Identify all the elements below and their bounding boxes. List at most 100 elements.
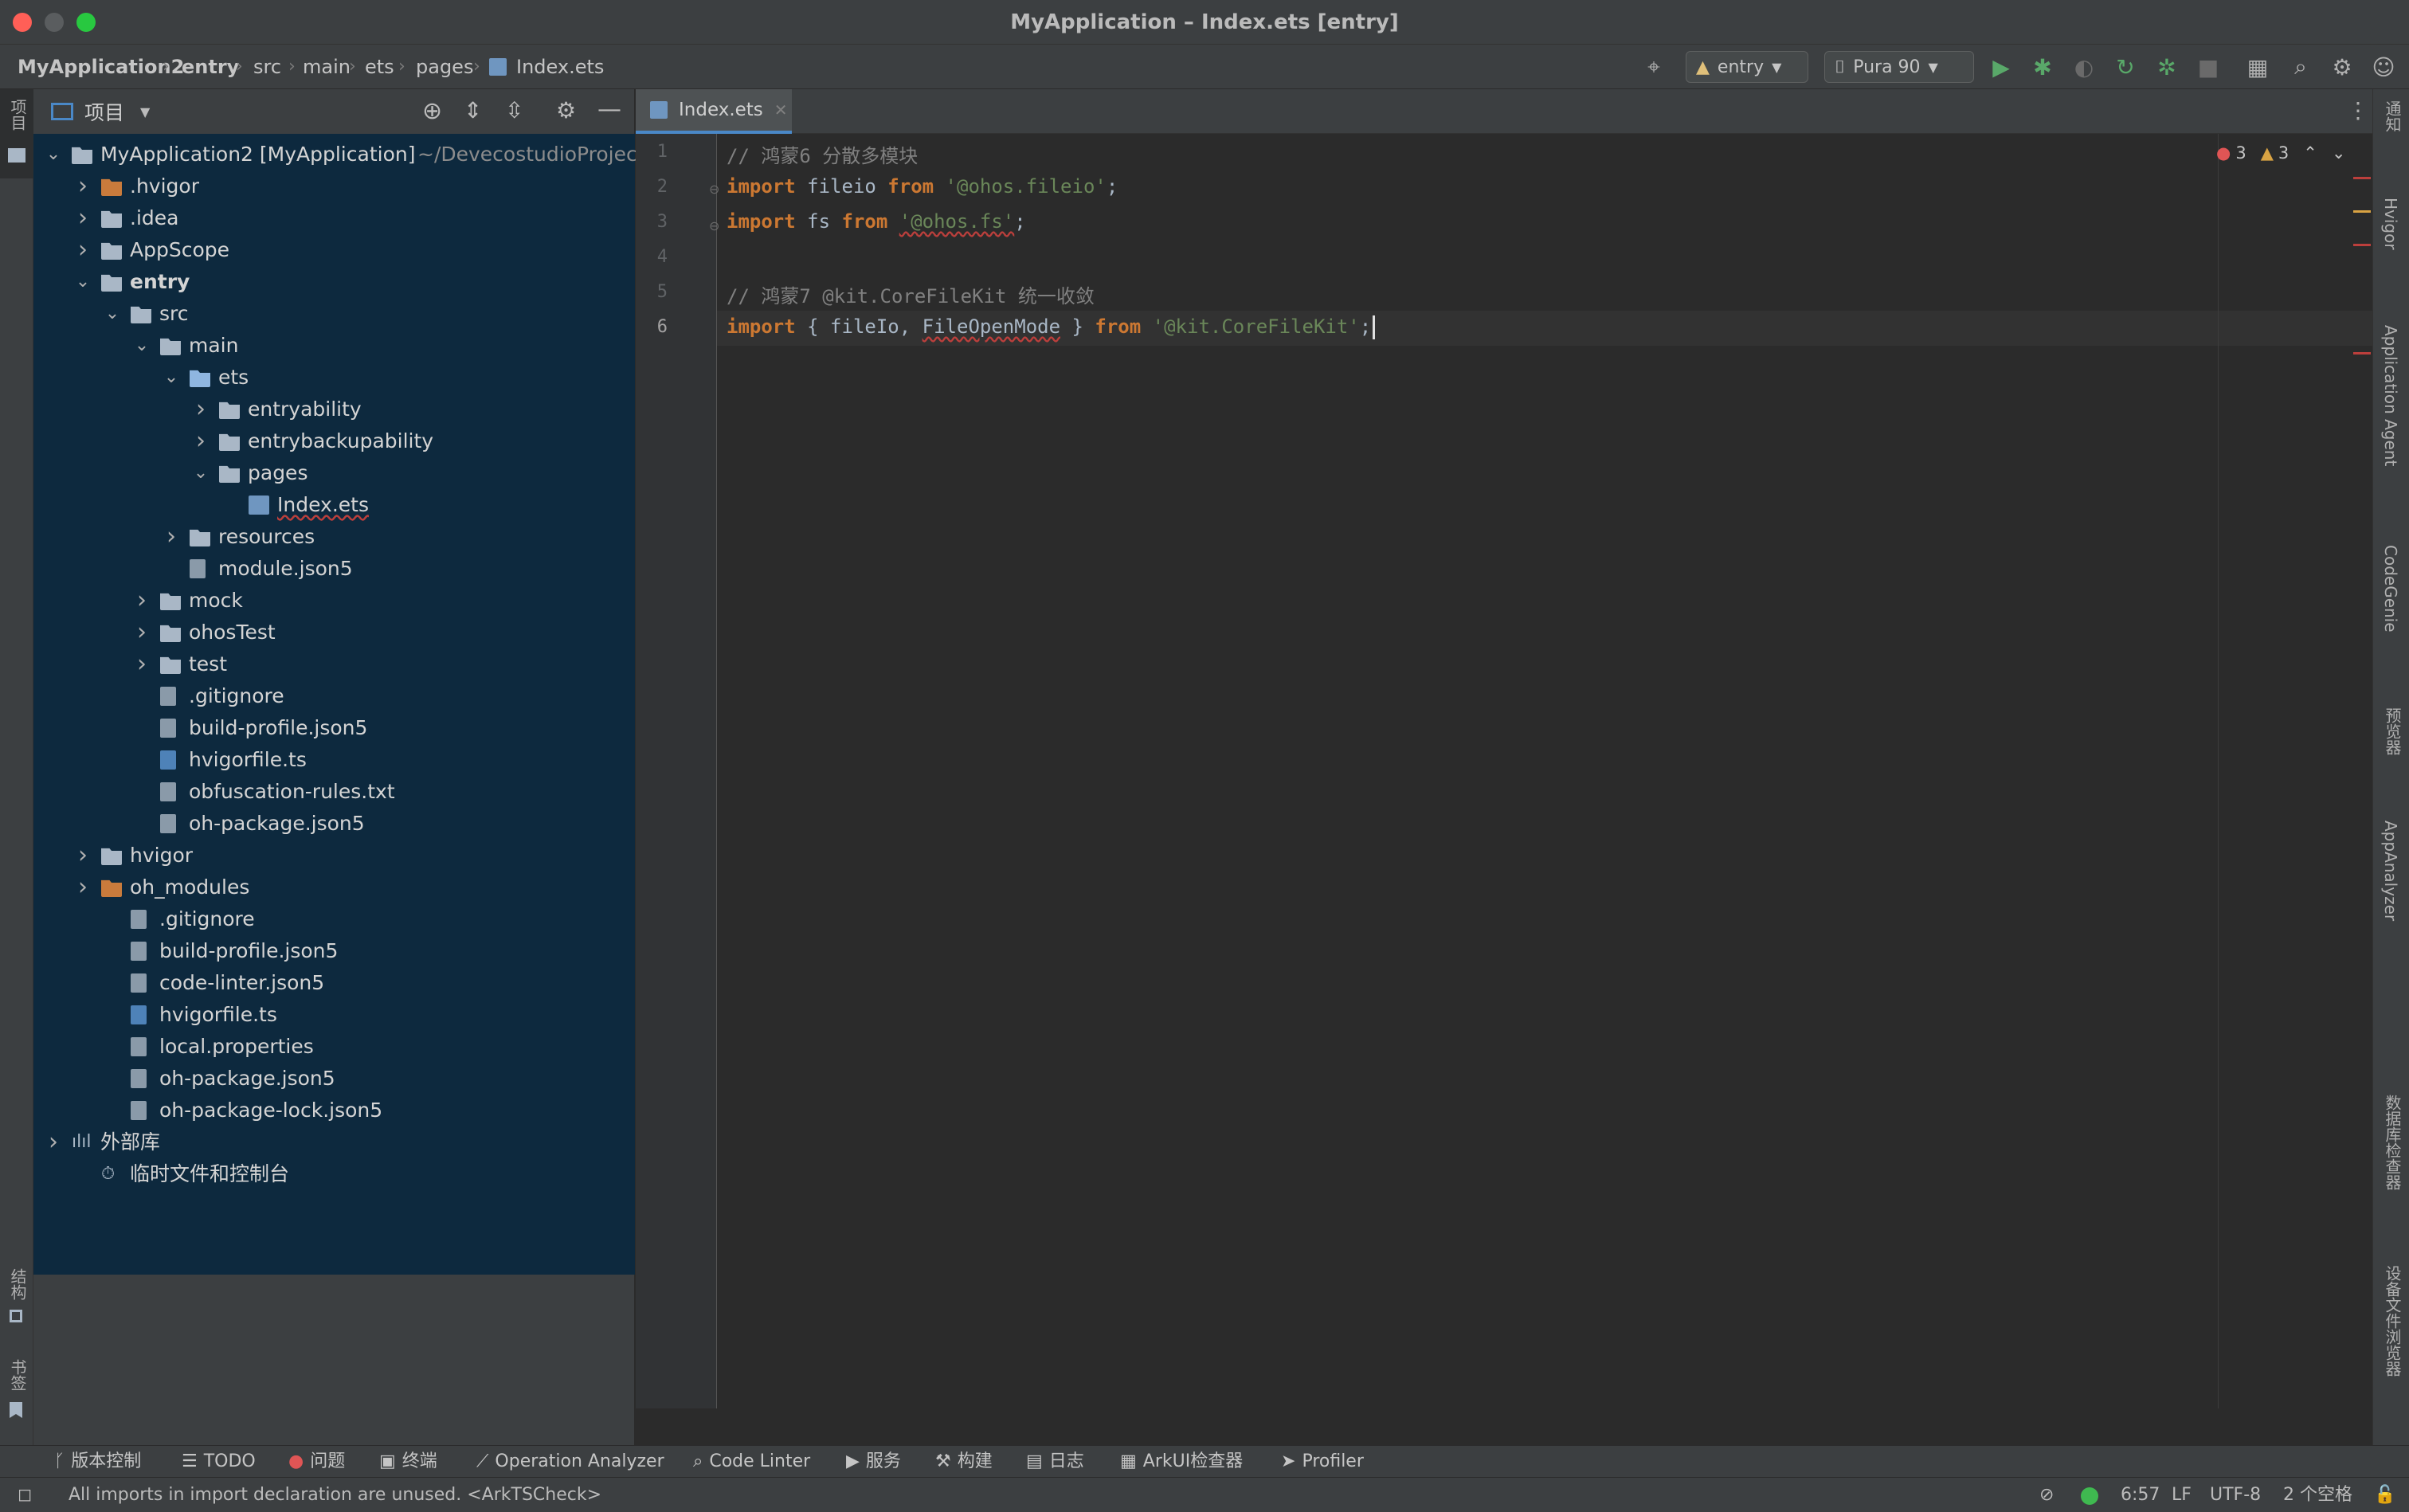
tree-item[interactable]: code-linter.json5 [33, 967, 635, 999]
tree-item[interactable]: hvigorfile.ts [33, 999, 635, 1031]
next-highlight-icon[interactable]: ⌄ [2332, 143, 2346, 163]
error-stripe-mark[interactable] [2353, 177, 2371, 179]
code-line[interactable]: import fs from '@ohos.fs'; [727, 210, 1026, 233]
tree-item[interactable]: › oh_modules [33, 872, 635, 903]
tree-item[interactable]: › .hvigor [33, 170, 635, 202]
application-agent-tool-button[interactable]: Application Agent [2381, 325, 2409, 471]
project-tool-window-button[interactable]: 项目 [0, 89, 33, 178]
run-config-select[interactable]: ▲ entry ▼ [1686, 51, 1808, 83]
chevron-down-icon[interactable]: ▼ [140, 104, 150, 119]
chevron-right-icon[interactable]: › [45, 1126, 62, 1158]
services-tool-button[interactable]: ▶ 服务 [846, 1446, 901, 1478]
target-icon[interactable]: ⌖ [1639, 53, 1668, 81]
code-line[interactable]: import fileio from '@ohos.fileio'; [727, 175, 1118, 198]
chevron-right-icon[interactable]: › [192, 425, 210, 457]
chevron-down-icon[interactable]: ⌄ [45, 139, 62, 170]
rerun-icon[interactable]: ↻ [2111, 53, 2140, 81]
notifications-tool-button[interactable]: 通知 [2381, 100, 2409, 137]
code-line[interactable]: // 鸿蒙6 分散多模块 [727, 140, 918, 168]
tree-item[interactable]: Index.ets [33, 489, 635, 521]
arkui-inspector-tool-button[interactable]: ▦ ArkUI检查器 [1120, 1446, 1243, 1478]
run-icon[interactable]: ▶ [1987, 53, 2015, 81]
code-editor[interactable]: ⊖ ⊖ 1 // 鸿蒙6 分散多模块 2 import fileio from '@o… [636, 134, 2372, 1408]
chevron-right-icon[interactable]: › [74, 234, 92, 266]
indent-setting[interactable]: 2 个空格 [2283, 1478, 2352, 1512]
device-select[interactable]: ⌷ Pura 90 ▼ [1824, 51, 1974, 83]
collapse-all-icon[interactable]: ⇳ [505, 97, 523, 123]
structure-tool-window-button[interactable]: 结构 [0, 1268, 33, 1332]
line-separator[interactable]: LF [2172, 1478, 2192, 1512]
database-inspector-tool-button[interactable]: 数据库检查器 [2381, 1095, 2409, 1195]
lock-icon[interactable]: 🔓 [2374, 1478, 2395, 1512]
tree-item[interactable]: local.properties [33, 1031, 635, 1063]
appanalyzer-tool-button[interactable]: AppAnalyzer [2381, 821, 2400, 926]
problems-tool-button[interactable]: ● 问题 [288, 1446, 345, 1478]
tree-item[interactable]: › entryability [33, 394, 635, 425]
hide-panel-icon[interactable]: — [597, 96, 621, 123]
connection-status-icon[interactable] [2081, 1487, 2098, 1505]
previewer-tool-button[interactable]: 预览器 [2381, 707, 2409, 760]
tree-item[interactable]: oh-package.json5 [33, 808, 635, 840]
chevron-down-icon[interactable]: ⌄ [163, 362, 180, 394]
tree-item[interactable]: ⌄ MyApplication2 [MyApplication] ~/Devecos… [33, 139, 656, 170]
breadcrumb-src[interactable]: src [253, 45, 281, 89]
locate-file-icon[interactable]: ⊕ [422, 97, 442, 125]
tree-item[interactable]: › ohosTest [33, 617, 635, 648]
gear-icon[interactable]: ⚙ [556, 97, 576, 123]
hvigor-tool-button[interactable]: Hvigor [2381, 198, 2400, 255]
codegenie-tool-button[interactable]: CodeGenie [2381, 545, 2400, 637]
expand-all-icon[interactable]: ⇕ [464, 97, 482, 123]
tree-item[interactable]: obfuscation-rules.txt [33, 776, 635, 808]
view-selector[interactable]: 项目 [84, 97, 124, 126]
close-tab-icon[interactable]: ✕ [774, 100, 788, 119]
chevron-right-icon[interactable]: › [74, 840, 92, 872]
tree-item[interactable]: › entrybackupability [33, 425, 635, 457]
tree-item[interactable]: ⌄ main [33, 330, 635, 362]
build-tool-button[interactable]: ⚒ 构建 [935, 1446, 993, 1478]
chevron-right-icon[interactable]: › [74, 170, 92, 202]
fold-marker-icon[interactable]: ⊖ [709, 182, 719, 197]
tree-item[interactable]: › ılıl 外部库 [33, 1126, 635, 1158]
tree-item[interactable]: ⌄ pages [33, 457, 635, 489]
breadcrumb-pages[interactable]: pages [416, 45, 473, 89]
chevron-down-icon[interactable]: ⌄ [74, 266, 92, 298]
tree-item[interactable]: build-profile.json5 [33, 712, 635, 744]
tree-item[interactable]: › AppScope [33, 234, 635, 266]
status-message[interactable]: All imports in import declaration are un… [69, 1478, 601, 1512]
account-icon[interactable]: ☺ [2369, 53, 2398, 81]
tree-item[interactable]: .gitignore [33, 903, 635, 935]
code-line[interactable]: // 鸿蒙7 @kit.CoreFileKit 统一收敛 [727, 280, 1095, 308]
chevron-right-icon[interactable]: › [133, 617, 151, 648]
tab-index-ets[interactable]: Index.ets ✕ [636, 89, 792, 134]
chevron-down-icon[interactable]: ⌄ [192, 457, 210, 489]
profiler-tool-button[interactable]: ➤ Profiler [1281, 1446, 1364, 1478]
attach-debugger-icon[interactable]: ✲ [2152, 53, 2181, 81]
stop-icon[interactable]: ■ [2194, 53, 2223, 81]
tree-item[interactable]: › mock [33, 585, 635, 617]
search-icon[interactable]: ⌕ [2286, 53, 2315, 81]
tree-item[interactable]: build-profile.json5 [33, 935, 635, 967]
coverage-icon[interactable]: ◐ [2070, 53, 2098, 81]
chevron-right-icon[interactable]: › [133, 585, 151, 617]
previous-highlight-icon[interactable]: ⌃ [2303, 143, 2317, 163]
chevron-down-icon[interactable]: ⌄ [133, 330, 151, 362]
tree-item[interactable]: ⌄ ets [33, 362, 635, 394]
error-stripe-mark[interactable] [2353, 244, 2371, 246]
tree-item[interactable]: › hvigor [33, 840, 635, 872]
breadcrumb-project[interactable]: MyApplication2 [18, 45, 184, 89]
tree-item[interactable]: oh-package.json5 [33, 1063, 635, 1095]
chevron-right-icon[interactable]: › [163, 521, 180, 553]
log-tool-button[interactable]: ▤ 日志 [1026, 1446, 1084, 1478]
tree-item[interactable]: ⌄ entry [33, 266, 635, 298]
tree-item[interactable]: › test [33, 648, 635, 680]
tree-item[interactable]: ⏱ 临时文件和控制台 [33, 1158, 635, 1190]
more-options-icon[interactable]: ⋮ [2347, 97, 2369, 123]
file-encoding[interactable]: UTF-8 [2210, 1478, 2261, 1512]
todo-tool-button[interactable]: ☰ TODO [182, 1446, 256, 1478]
error-stripe-mark[interactable] [2353, 352, 2371, 354]
code-linter-tool-button[interactable]: ⌕ Code Linter [693, 1446, 810, 1478]
chevron-right-icon[interactable]: › [133, 648, 151, 680]
tree-item[interactable]: module.json5 [33, 553, 635, 585]
device-file-browser-tool-button[interactable]: 设备文件浏览器 [2381, 1265, 2409, 1381]
chevron-right-icon[interactable]: › [74, 202, 92, 234]
